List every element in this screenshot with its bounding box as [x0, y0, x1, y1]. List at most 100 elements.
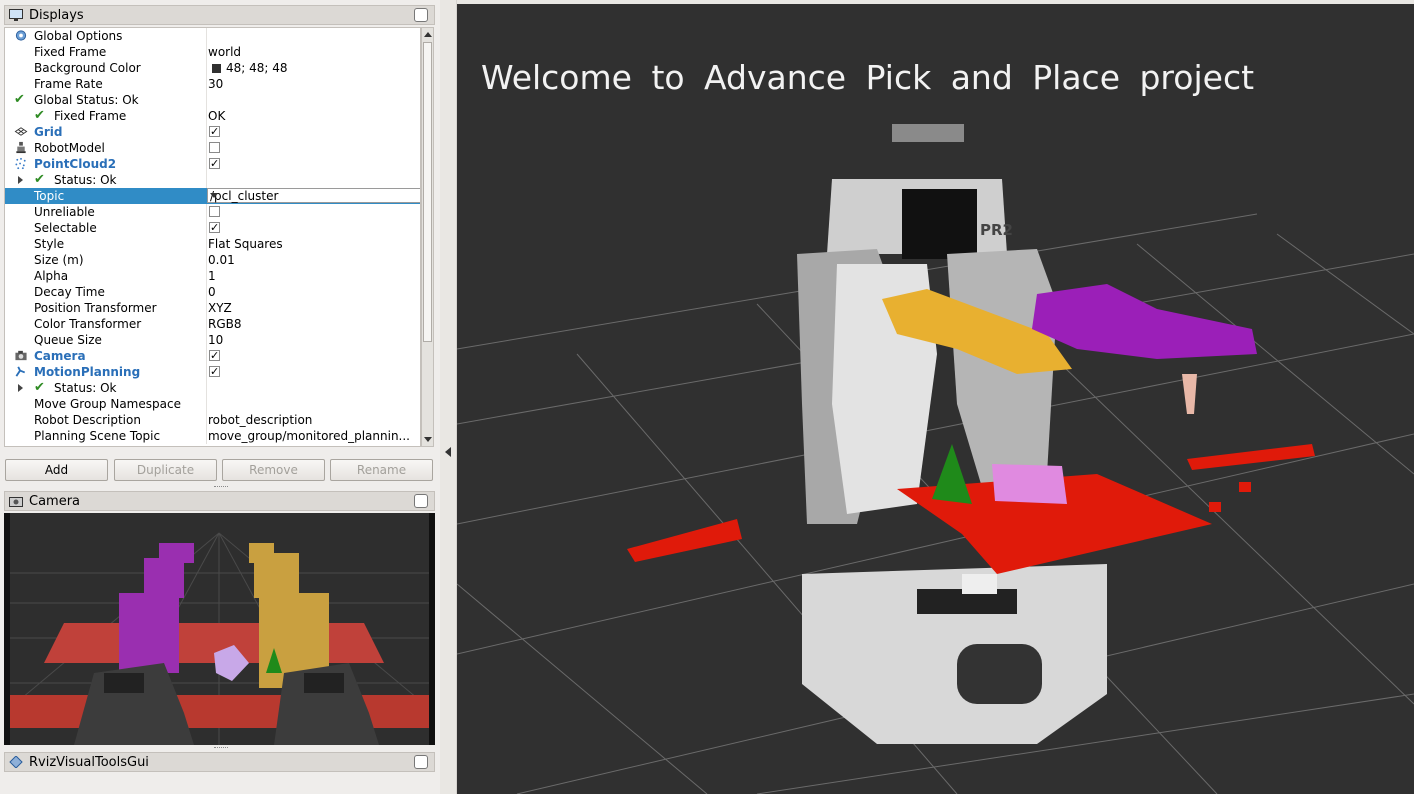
camera-render	[4, 513, 435, 745]
row-value[interactable]: 0	[208, 285, 216, 299]
tree-row-motion-status[interactable]: ✔ Status: Ok	[5, 380, 420, 396]
row-label: RobotModel	[34, 141, 105, 155]
camera-checkbox[interactable]: ✓	[209, 350, 220, 361]
displays-titlebar[interactable]: Displays	[4, 5, 435, 25]
tree-row-robot-description[interactable]: Robot Description robot_description	[5, 412, 420, 428]
tree-row-selectable[interactable]: Selectable ✓	[5, 220, 420, 236]
row-value[interactable]: RGB8	[208, 317, 242, 331]
selectable-checkbox[interactable]: ✓	[209, 222, 220, 233]
camera-view[interactable]	[4, 513, 435, 745]
pointcloud2-checkbox[interactable]: ✓	[209, 158, 220, 169]
topic-value: /pcl_cluster	[210, 189, 279, 203]
tree-row-camera[interactable]: Camera ✓	[5, 348, 420, 364]
dock-splitter[interactable]	[440, 0, 456, 794]
displays-scrollbar[interactable]	[421, 27, 434, 447]
topic-combobox[interactable]: /pcl_cluster	[207, 188, 420, 203]
tree-row-color-transformer[interactable]: Color Transformer RGB8	[5, 316, 420, 332]
scene-render: PR2	[457, 4, 1414, 794]
tree-row-alpha[interactable]: Alpha 1	[5, 268, 420, 284]
row-label: Fixed Frame	[34, 45, 107, 59]
monitor-icon	[9, 9, 23, 21]
row-label: Status: Ok	[54, 381, 117, 395]
splitter-grip-2[interactable]	[214, 747, 228, 751]
tree-row-background-color[interactable]: Background Color 48; 48; 48	[5, 60, 420, 76]
displays-float-button[interactable]	[414, 8, 428, 22]
tree-row-motion-planning[interactable]: MotionPlanning ✓	[5, 364, 420, 380]
tree-row-fixed-frame[interactable]: Fixed Frame world	[5, 44, 420, 60]
tree-row-pointcloud2[interactable]: PointCloud2 ✓	[5, 156, 420, 172]
camera-title: Camera	[29, 494, 81, 509]
row-value[interactable]: 10	[208, 333, 223, 347]
row-label: Decay Time	[34, 285, 105, 299]
motion-planning-checkbox[interactable]: ✓	[209, 366, 220, 377]
row-label: MotionPlanning	[34, 365, 141, 379]
row-label: Alpha	[34, 269, 69, 283]
pointcloud-icon	[15, 157, 26, 170]
remove-button[interactable]: Remove	[222, 459, 325, 481]
expand-arrow-icon[interactable]	[18, 176, 23, 184]
grid-checkbox[interactable]: ✓	[209, 126, 220, 137]
collapse-left-icon[interactable]	[445, 447, 451, 457]
color-swatch[interactable]	[212, 64, 221, 73]
tree-row-position-transformer[interactable]: Position Transformer XYZ	[5, 300, 420, 316]
tree-row-pointcloud-status[interactable]: ✔ Status: Ok	[5, 172, 420, 188]
rename-button[interactable]: Rename	[330, 459, 433, 481]
row-label: Style	[34, 237, 65, 251]
add-button[interactable]: Add	[5, 459, 108, 481]
splitter-grip[interactable]	[214, 486, 228, 490]
tree-row-fixed-frame-status[interactable]: ✔ Fixed Frame OK	[5, 108, 420, 124]
robot-model-checkbox[interactable]	[209, 142, 220, 153]
camera-float-button[interactable]	[414, 494, 428, 508]
row-label: Camera	[34, 349, 86, 363]
row-value[interactable]: Flat Squares	[208, 237, 283, 251]
tree-row-robot-model[interactable]: RobotModel	[5, 140, 420, 156]
motion-planning-icon	[15, 366, 26, 377]
tree-row-global-options[interactable]: Global Options	[5, 28, 420, 44]
row-label: Global Status: Ok	[34, 93, 139, 107]
tree-row-frame-rate[interactable]: Frame Rate 30	[5, 76, 420, 92]
displays-tree[interactable]: Global Options Fixed Frame world Backgro…	[4, 27, 421, 447]
camera-titlebar[interactable]: Camera	[4, 491, 435, 511]
scroll-down-icon[interactable]	[424, 437, 432, 442]
camera-icon	[15, 350, 27, 361]
tree-row-grid[interactable]: Grid ✓	[5, 124, 420, 140]
row-label: Move Group Namespace	[34, 397, 181, 411]
row-label: Position Transformer	[34, 301, 157, 315]
row-value[interactable]: world	[208, 45, 241, 59]
duplicate-button[interactable]: Duplicate	[114, 459, 217, 481]
tree-row-style[interactable]: Style Flat Squares	[5, 236, 420, 252]
tree-row-unreliable[interactable]: Unreliable	[5, 204, 420, 220]
tree-row-global-status[interactable]: ✔ Global Status: Ok	[5, 92, 420, 108]
3d-viewport[interactable]: PR2 Welcome to Advance Pick and Place pr…	[457, 4, 1414, 794]
check-icon: ✔	[14, 92, 25, 107]
tree-row-size[interactable]: Size (m) 0.01	[5, 252, 420, 268]
dropdown-arrow-icon[interactable]	[210, 193, 218, 198]
rviz-tools-float-button[interactable]	[414, 755, 428, 769]
row-value[interactable]: 30	[208, 77, 223, 91]
row-value[interactable]: XYZ	[208, 301, 232, 315]
row-value[interactable]: robot_description	[208, 413, 312, 427]
tree-row-decay-time[interactable]: Decay Time 0	[5, 284, 420, 300]
scroll-thumb[interactable]	[423, 42, 432, 342]
tree-row-planning-scene-topic[interactable]: Planning Scene Topic move_group/monitore…	[5, 428, 420, 444]
tree-row-topic[interactable]: Topic /pcl_cluster	[5, 188, 420, 204]
robot-label: PR2	[980, 221, 1013, 239]
row-label: Global Options	[34, 29, 123, 43]
tree-row-queue-size[interactable]: Queue Size 10	[5, 332, 420, 348]
displays-title: Displays	[29, 8, 84, 23]
row-label: Frame Rate	[34, 77, 103, 91]
row-label: Queue Size	[34, 333, 102, 347]
row-label: Selectable	[34, 221, 97, 235]
rviz-tools-titlebar[interactable]: RvizVisualToolsGui	[4, 752, 435, 772]
unreliable-checkbox[interactable]	[209, 206, 220, 217]
row-label: Planning Scene Topic	[34, 429, 161, 443]
row-value[interactable]: move_group/monitored_plannin...	[208, 429, 410, 443]
row-label: Color Transformer	[34, 317, 142, 331]
tree-row-move-group-namespace[interactable]: Move Group Namespace	[5, 396, 420, 412]
row-value[interactable]: 1	[208, 269, 216, 283]
row-value[interactable]: 48; 48; 48	[226, 61, 288, 75]
expand-arrow-icon[interactable]	[18, 384, 23, 392]
scroll-up-icon[interactable]	[424, 32, 432, 37]
row-label: Topic	[34, 189, 65, 203]
row-value[interactable]: 0.01	[208, 253, 235, 267]
